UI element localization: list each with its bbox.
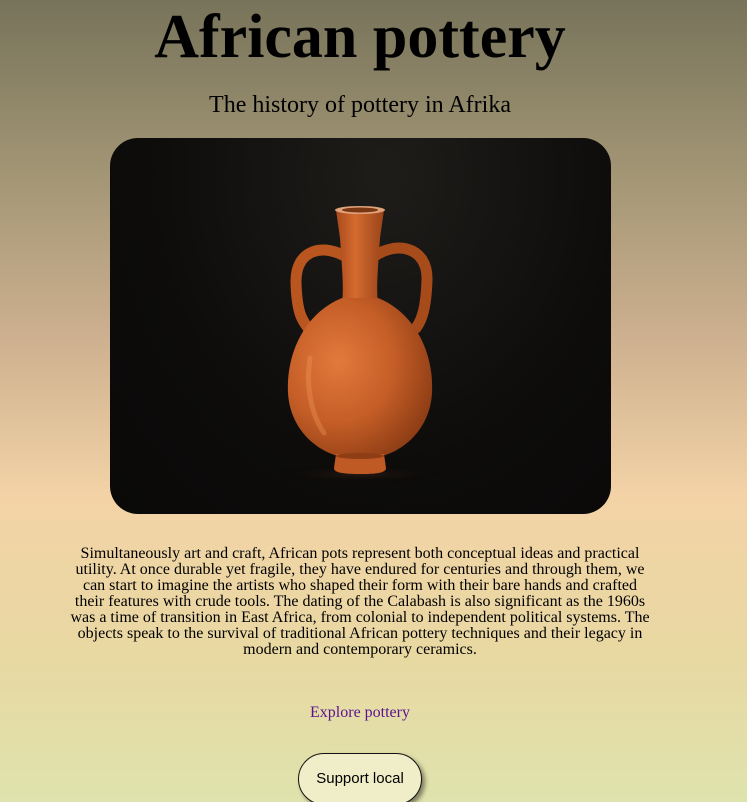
explore-pottery-link[interactable]: Explore pottery — [310, 704, 410, 721]
support-local-button[interactable]: Support local — [298, 753, 422, 802]
page-title: African pottery — [154, 3, 566, 71]
vase-illustration — [270, 206, 450, 484]
explore-link-container: Explore pottery — [0, 704, 720, 722]
hero-image — [110, 138, 611, 514]
page-subtitle: The history of pottery in Afrika — [209, 92, 511, 118]
description-text: Simultaneously art and craft, African po… — [70, 545, 650, 658]
